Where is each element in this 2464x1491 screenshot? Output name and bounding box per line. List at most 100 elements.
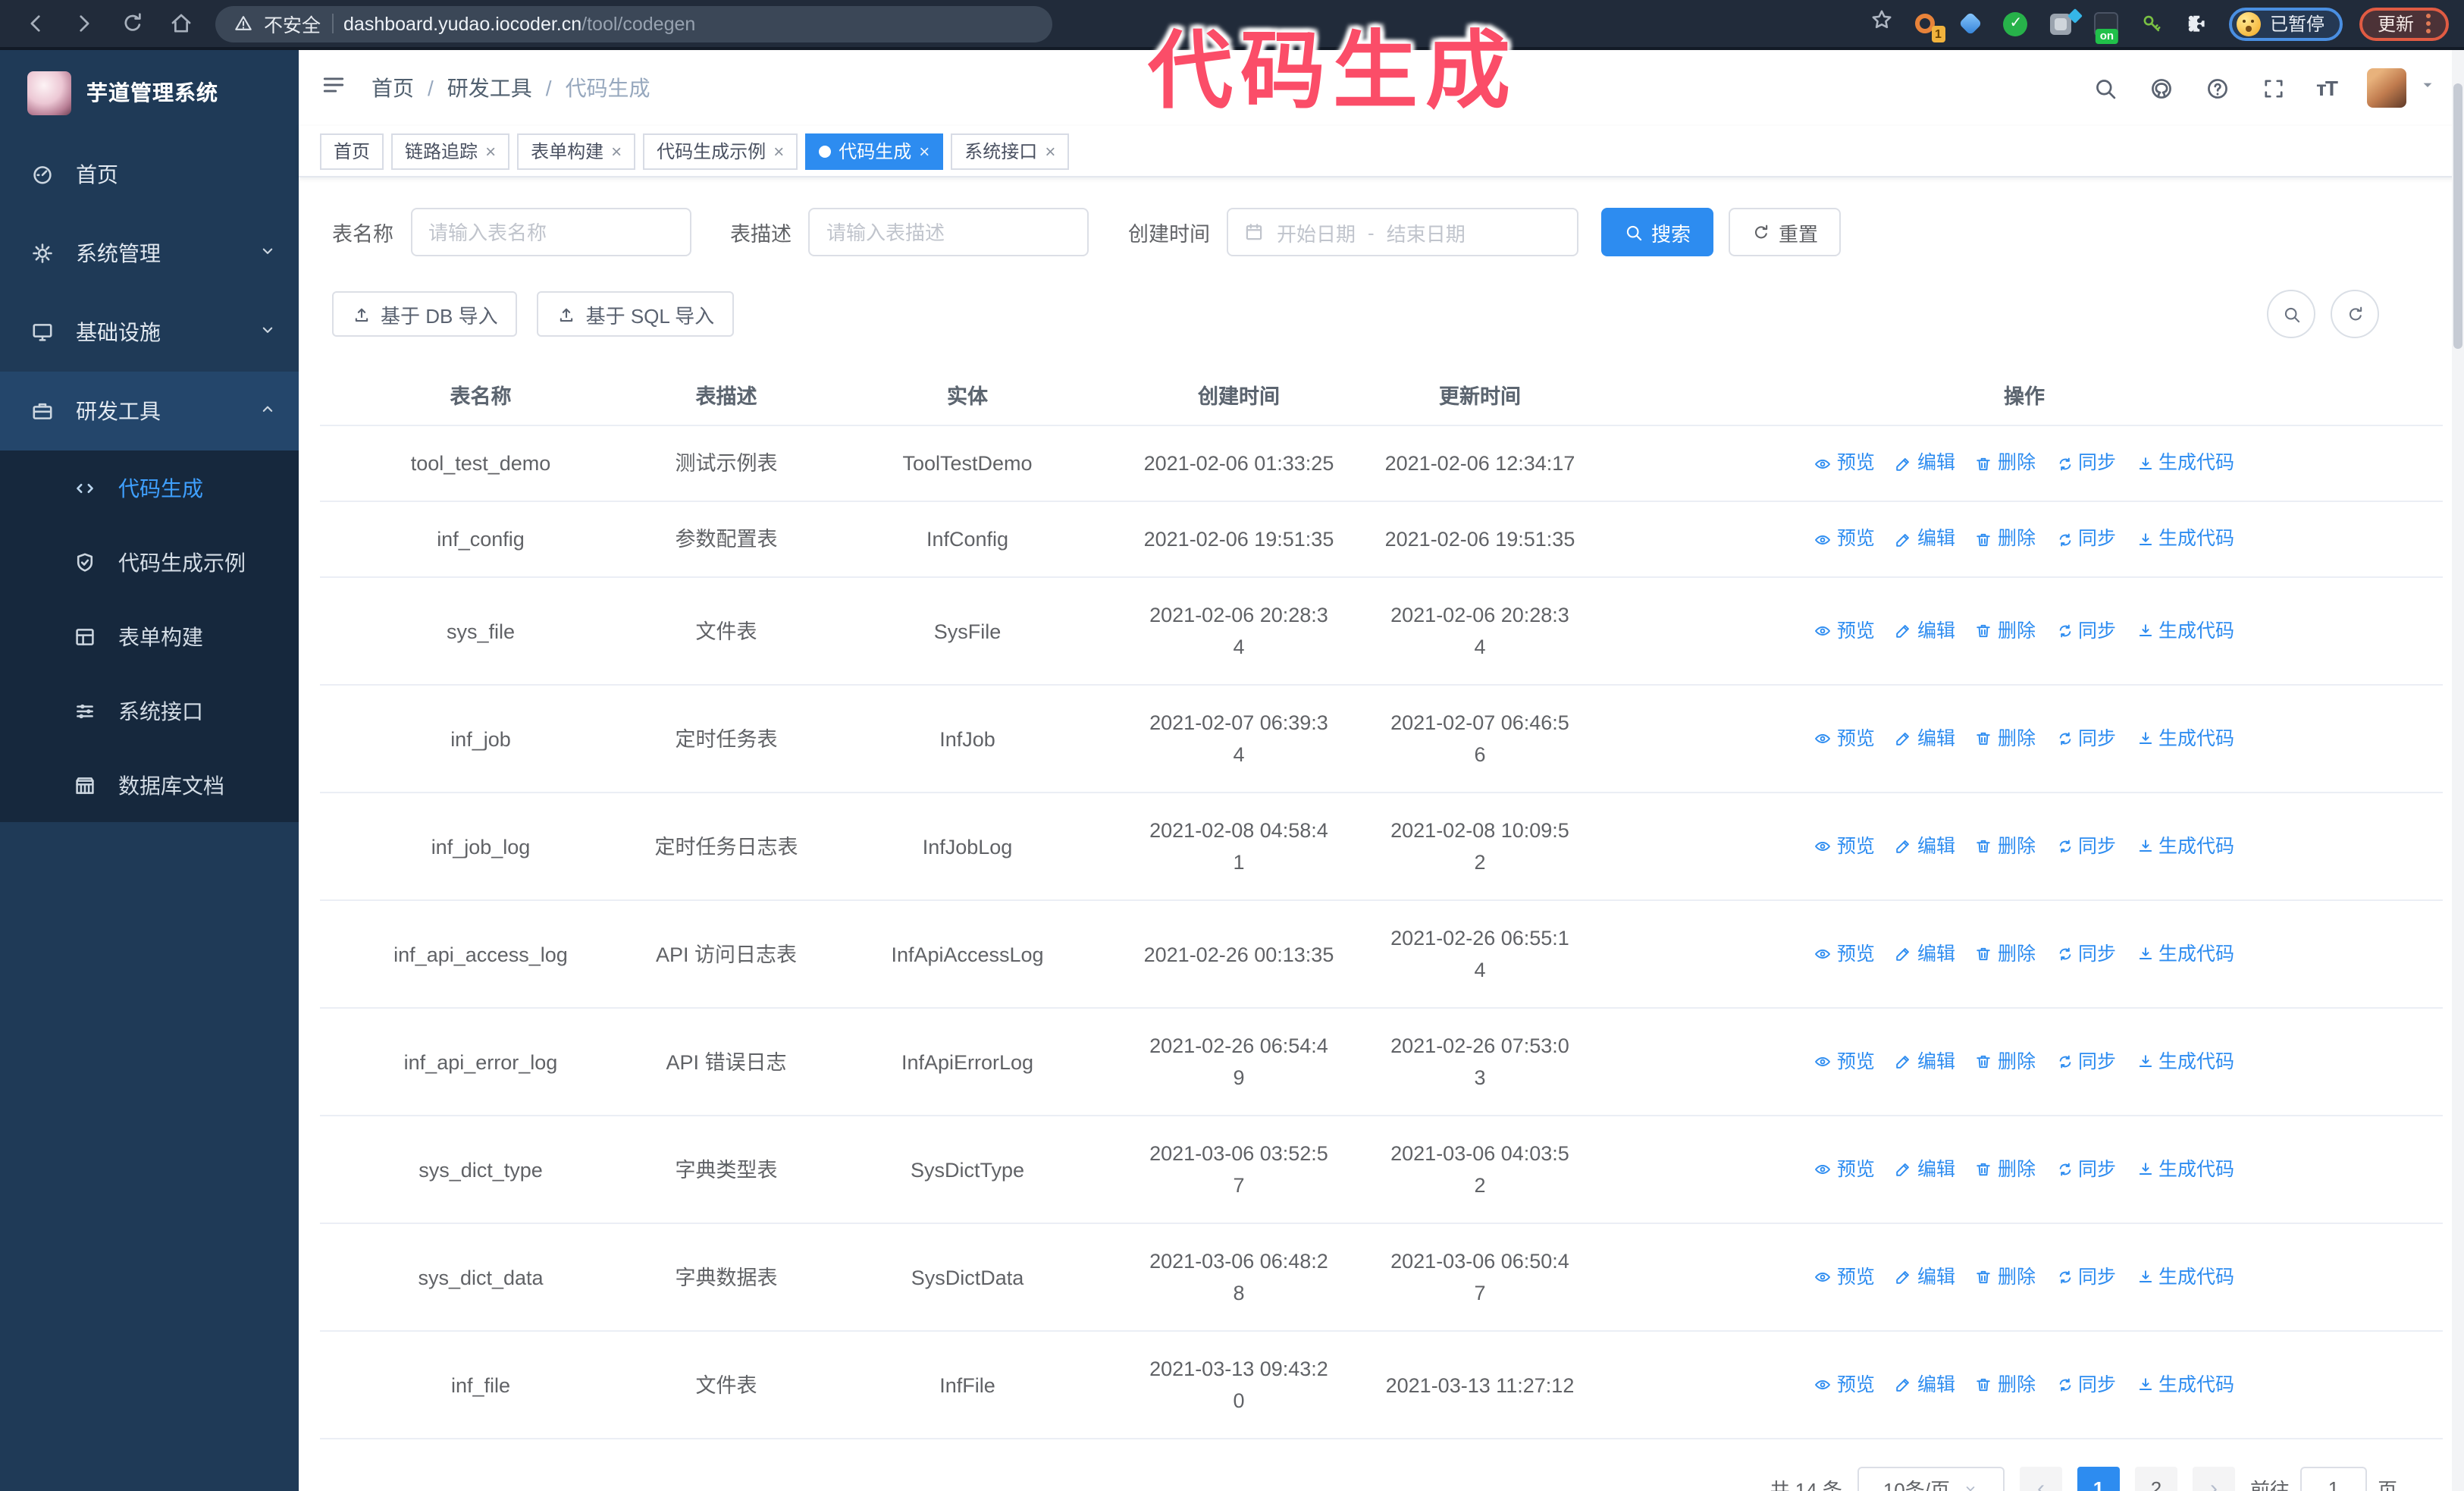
delete-link[interactable]: 删除 — [1975, 723, 2036, 755]
breadcrumb-home[interactable]: 首页 — [371, 73, 414, 103]
delete-link[interactable]: 删除 — [1975, 1369, 2036, 1401]
edit-link[interactable]: 编辑 — [1895, 1261, 1955, 1293]
sync-link[interactable]: 同步 — [2055, 1261, 2116, 1293]
generate-link[interactable]: 生成代码 — [2136, 523, 2234, 555]
preview-link[interactable]: 预览 — [1814, 1369, 1875, 1401]
bookmark-star-icon[interactable] — [1870, 8, 1894, 39]
toggle-search-button[interactable] — [2267, 290, 2315, 338]
preview-link[interactable]: 预览 — [1814, 1046, 1875, 1078]
extension-icon-1[interactable]: 1 — [1911, 9, 1945, 42]
extension-icon-4[interactable] — [2047, 8, 2083, 38]
preview-link[interactable]: 预览 — [1814, 615, 1875, 647]
table-name-input[interactable] — [410, 208, 691, 256]
generate-link[interactable]: 生成代码 — [2136, 615, 2234, 647]
sync-link[interactable]: 同步 — [2055, 830, 2116, 862]
edit-link[interactable]: 编辑 — [1895, 615, 1955, 647]
extension-icon-2[interactable] — [1956, 9, 1985, 38]
browser-back-button[interactable] — [15, 4, 55, 43]
tab-3[interactable]: 代码生成示例 × — [643, 133, 798, 169]
fullscreen-icon[interactable] — [2260, 75, 2286, 101]
delete-link[interactable]: 删除 — [1975, 1046, 2036, 1078]
date-range-picker[interactable]: 开始日期 - 结束日期 — [1227, 208, 1578, 256]
tab-0[interactable]: 首页 — [320, 133, 384, 169]
next-page-button[interactable]: › — [2192, 1467, 2235, 1491]
tab-5[interactable]: 系统接口 × — [951, 133, 1070, 169]
profile-paused-chip[interactable]: 已暂停 — [2228, 7, 2343, 40]
generate-link[interactable]: 生成代码 — [2136, 723, 2234, 755]
delete-link[interactable]: 删除 — [1975, 447, 2036, 479]
close-icon[interactable]: × — [919, 142, 929, 160]
generate-link[interactable]: 生成代码 — [2136, 1046, 2234, 1078]
browser-reload-button[interactable] — [112, 4, 152, 43]
close-icon[interactable]: × — [611, 142, 622, 160]
sidebar-item-4[interactable]: 代码生成 — [0, 450, 299, 525]
edit-link[interactable]: 编辑 — [1895, 938, 1955, 970]
browser-home-button[interactable] — [161, 4, 200, 43]
generate-link[interactable]: 生成代码 — [2136, 1154, 2234, 1185]
sync-link[interactable]: 同步 — [2055, 723, 2116, 755]
delete-link[interactable]: 删除 — [1975, 615, 2036, 647]
page-button-1[interactable]: 1 — [2077, 1467, 2120, 1491]
generate-link[interactable]: 生成代码 — [2136, 1261, 2234, 1293]
import-sql-button[interactable]: 基于 SQL 导入 — [537, 291, 735, 337]
sidebar-item-6[interactable]: 表单构建 — [0, 599, 299, 673]
preview-link[interactable]: 预览 — [1814, 938, 1875, 970]
font-size-icon[interactable]: тT — [2316, 76, 2338, 100]
sidebar-item-8[interactable]: 数据库文档 — [0, 748, 299, 822]
tab-4[interactable]: 代码生成 × — [805, 133, 944, 169]
preview-link[interactable]: 预览 — [1814, 1261, 1875, 1293]
goto-page-input[interactable] — [2299, 1467, 2367, 1491]
preview-link[interactable]: 预览 — [1814, 723, 1875, 755]
sync-link[interactable]: 同步 — [2055, 938, 2116, 970]
close-icon[interactable]: × — [485, 142, 496, 160]
sync-link[interactable]: 同步 — [2055, 1369, 2116, 1401]
generate-link[interactable]: 生成代码 — [2136, 1369, 2234, 1401]
tab-2[interactable]: 表单构建 × — [517, 133, 636, 169]
edit-link[interactable]: 编辑 — [1895, 447, 1955, 479]
help-icon[interactable] — [2204, 75, 2230, 101]
browser-update-button[interactable]: 更新 — [2359, 7, 2449, 40]
edit-link[interactable]: 编辑 — [1895, 1046, 1955, 1078]
scrollbar-thumb[interactable] — [2453, 83, 2462, 349]
sidebar-item-3[interactable]: 研发工具 — [0, 372, 299, 450]
delete-link[interactable]: 删除 — [1975, 1261, 2036, 1293]
search-icon[interactable] — [2092, 75, 2118, 101]
generate-link[interactable]: 生成代码 — [2136, 447, 2234, 479]
extensions-puzzle-icon[interactable] — [2183, 9, 2212, 38]
sidebar-item-1[interactable]: 系统管理 — [0, 214, 299, 293]
prev-page-button[interactable]: ‹ — [2019, 1467, 2062, 1491]
edit-link[interactable]: 编辑 — [1895, 830, 1955, 862]
import-db-button[interactable]: 基于 DB 导入 — [332, 291, 518, 337]
edit-link[interactable]: 编辑 — [1895, 1154, 1955, 1185]
delete-link[interactable]: 删除 — [1975, 1154, 2036, 1185]
browser-forward-button[interactable] — [64, 4, 103, 43]
preview-link[interactable]: 预览 — [1814, 1154, 1875, 1185]
hamburger-button[interactable] — [320, 71, 347, 105]
delete-link[interactable]: 删除 — [1975, 523, 2036, 555]
sync-link[interactable]: 同步 — [2055, 1154, 2116, 1185]
sync-link[interactable]: 同步 — [2055, 1046, 2116, 1078]
search-button[interactable]: 搜索 — [1601, 208, 1714, 256]
extension-icon-3[interactable]: ✓ — [2002, 9, 2030, 38]
table-desc-input[interactable] — [808, 208, 1089, 256]
generate-link[interactable]: 生成代码 — [2136, 938, 2234, 970]
user-menu[interactable] — [2367, 68, 2437, 108]
address-bar[interactable]: 不安全 dashboard.yudao.iocoder.cn/tool/code… — [215, 5, 1052, 42]
sidebar-item-7[interactable]: 系统接口 — [0, 673, 299, 748]
logo[interactable]: 芋道管理系统 — [0, 50, 299, 135]
reset-button[interactable]: 重置 — [1729, 208, 1842, 256]
page-size-select[interactable]: 10条/页 — [1857, 1467, 2005, 1491]
preview-link[interactable]: 预览 — [1814, 523, 1875, 555]
extension-icon-6[interactable] — [2138, 9, 2167, 38]
delete-link[interactable]: 删除 — [1975, 830, 2036, 862]
sidebar-item-5[interactable]: 代码生成示例 — [0, 525, 299, 599]
edit-link[interactable]: 编辑 — [1895, 1369, 1955, 1401]
sidebar-item-2[interactable]: 基础设施 — [0, 293, 299, 372]
github-icon[interactable] — [2148, 75, 2174, 101]
edit-link[interactable]: 编辑 — [1895, 723, 1955, 755]
refresh-table-button[interactable] — [2331, 290, 2379, 338]
sync-link[interactable]: 同步 — [2055, 447, 2116, 479]
tab-1[interactable]: 链路追踪 × — [391, 133, 510, 169]
generate-link[interactable]: 生成代码 — [2136, 830, 2234, 862]
sidebar-item-0[interactable]: 首页 — [0, 135, 299, 214]
